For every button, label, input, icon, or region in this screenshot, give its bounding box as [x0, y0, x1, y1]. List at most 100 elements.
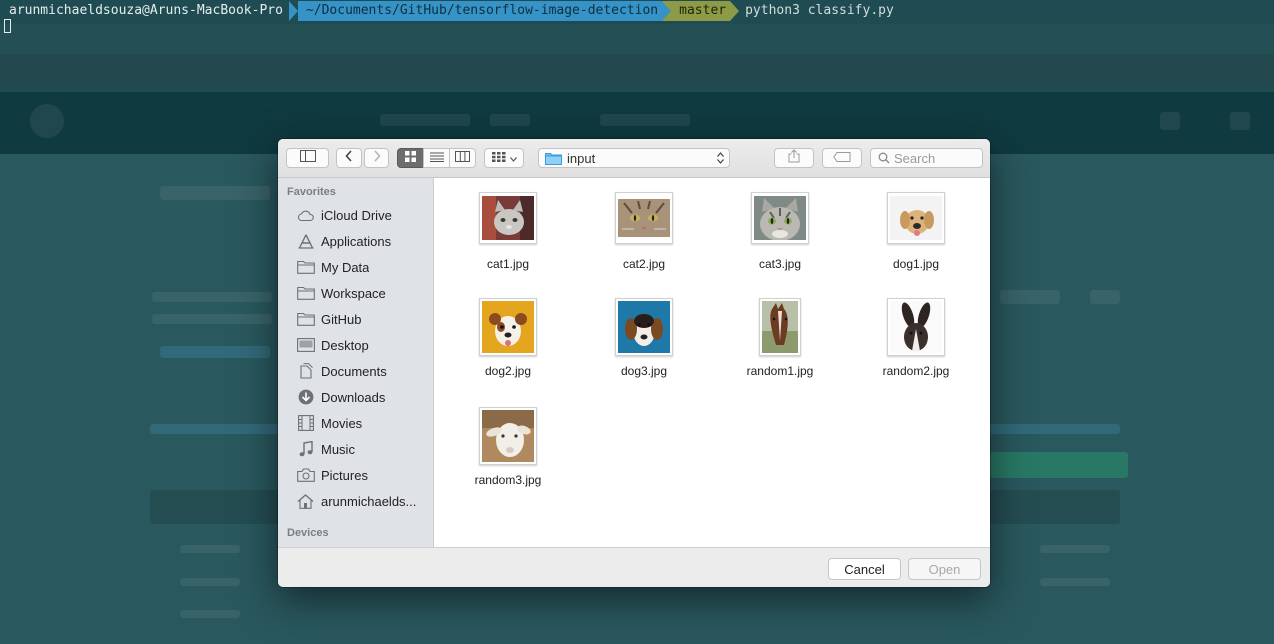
- background-blur: [1000, 290, 1060, 304]
- arrange-menu-button[interactable]: [484, 148, 524, 168]
- file-thumbnail: [615, 192, 673, 244]
- icon-view-button[interactable]: [397, 148, 424, 168]
- prompt-path: ~/Documents/GitHub/tensorflow-image-dete…: [297, 1, 663, 21]
- file-name: cat3.jpg: [758, 257, 802, 271]
- sidebar-item-pictures[interactable]: Pictures: [278, 462, 433, 488]
- sidebar-item-my-data[interactable]: My Data: [278, 254, 433, 280]
- file-thumbnail: [615, 298, 673, 356]
- background-blur: [150, 424, 278, 434]
- arrange-grid-icon: [491, 149, 506, 167]
- dog-thumbnail-icon: [482, 301, 534, 353]
- file-item-cat1[interactable]: cat1.jpg: [448, 192, 568, 288]
- file-name: random2.jpg: [882, 364, 950, 378]
- sidebar-item-label: Documents: [321, 363, 387, 379]
- sidebar-item-music[interactable]: Music: [278, 436, 433, 462]
- background-blur: [1230, 112, 1250, 130]
- background-blur: [152, 292, 272, 302]
- background-blur: [1040, 545, 1110, 553]
- file-thumbnail: [479, 407, 537, 465]
- sidebar-item-label: Movies: [321, 415, 363, 431]
- cloud-icon: [296, 207, 315, 223]
- file-item-dog3[interactable]: dog3.jpg: [584, 298, 704, 394]
- background-blur: [180, 545, 240, 553]
- sidebar-item-movies[interactable]: Movies: [278, 410, 433, 436]
- prompt-separator-icon: [730, 1, 740, 21]
- folder-icon: [296, 311, 315, 327]
- background-blur: [990, 490, 1120, 524]
- file-name: dog2.jpg: [484, 364, 532, 378]
- sidebar-item-workspace[interactable]: Workspace: [278, 280, 433, 306]
- documents-icon: [296, 363, 315, 379]
- music-icon: [296, 441, 315, 457]
- file-thumbnail: [479, 298, 537, 356]
- dialog-toolbar: input: [278, 139, 990, 178]
- sidebar-item-icloud-drive[interactable]: iCloud Drive: [278, 202, 433, 228]
- background-blur: [160, 186, 270, 200]
- file-name: dog1.jpg: [892, 257, 940, 271]
- cat-thumbnail-icon: [618, 199, 670, 237]
- file-item-cat2[interactable]: cat2.jpg: [584, 192, 704, 288]
- file-browser: cat1.jpg cat2.jpg cat3.jpg dog1.jpg dog2…: [434, 178, 990, 547]
- file-item-random3[interactable]: random3.jpg: [448, 407, 568, 503]
- prompt-separator-icon: [288, 1, 298, 21]
- sidebar-item-label: GitHub: [321, 311, 362, 327]
- file-item-random1[interactable]: random1.jpg: [720, 298, 840, 394]
- rabbit-thumbnail-icon: [890, 301, 942, 353]
- horse-thumbnail-icon: [762, 301, 798, 353]
- folder-icon: [545, 152, 562, 165]
- background-blur: [380, 114, 470, 126]
- file-thumbnail: [887, 192, 945, 244]
- location-popup[interactable]: input: [538, 148, 730, 168]
- sidebar-item-downloads[interactable]: Downloads: [278, 384, 433, 410]
- open-button[interactable]: Open: [908, 558, 981, 580]
- background-blur: [1040, 578, 1110, 586]
- share-icon: [788, 148, 800, 168]
- background-blur: [160, 346, 270, 358]
- file-thumbnail: [759, 298, 801, 356]
- share-button[interactable]: [774, 148, 814, 168]
- sidebar-item-applications[interactable]: Applications: [278, 228, 433, 254]
- file-name: dog3.jpg: [620, 364, 668, 378]
- sidebar-item-label: Downloads: [321, 389, 386, 405]
- file-item-dog2[interactable]: dog2.jpg: [448, 298, 568, 394]
- sidebar-toggle-button[interactable]: [286, 148, 329, 168]
- location-label: input: [567, 150, 596, 166]
- sidebar-item-label: iCloud Drive: [321, 207, 392, 223]
- file-item-dog1[interactable]: dog1.jpg: [856, 192, 976, 288]
- sidebar: Favorites iCloud Drive Applications My Dat…: [278, 178, 434, 547]
- grid-icon: [405, 149, 416, 167]
- cancel-button[interactable]: Cancel: [828, 558, 901, 580]
- file-name: cat1.jpg: [486, 257, 530, 271]
- column-view-button[interactable]: [449, 148, 476, 168]
- forward-button[interactable]: [364, 148, 389, 168]
- sidebar-item-github[interactable]: GitHub: [278, 306, 433, 332]
- search-input[interactable]: [890, 150, 974, 166]
- background-blur: [152, 314, 272, 324]
- background-band: [0, 24, 1274, 54]
- folder-icon: [296, 285, 315, 301]
- sidebar-item-desktop[interactable]: Desktop: [278, 332, 433, 358]
- tags-button[interactable]: [822, 148, 862, 168]
- back-button[interactable]: [336, 148, 362, 168]
- list-view-button[interactable]: [423, 148, 450, 168]
- up-down-chevron-icon: [717, 152, 724, 164]
- background-blur: [600, 114, 690, 126]
- sidebar-item-documents[interactable]: Documents: [278, 358, 433, 384]
- prompt-separator-icon: [662, 1, 672, 21]
- file-name: random3.jpg: [474, 473, 542, 487]
- search-icon: [878, 152, 890, 164]
- chevron-left-icon: [345, 149, 353, 167]
- sidebar-item-arunmichaelds[interactable]: arunmichaelds...: [278, 488, 433, 514]
- list-icon: [429, 149, 444, 167]
- sidebar-toggle-icon: [299, 149, 316, 167]
- search-field[interactable]: [870, 148, 983, 168]
- background-blur: [180, 578, 240, 586]
- background-blur: [150, 490, 280, 524]
- file-item-random2[interactable]: random2.jpg: [856, 298, 976, 394]
- prompt-command: python3 classify.py: [745, 3, 894, 18]
- folder-icon: [296, 259, 315, 275]
- background-blur: [990, 452, 1128, 478]
- terminal-cursor: [4, 19, 11, 33]
- file-item-cat3[interactable]: cat3.jpg: [720, 192, 840, 288]
- dialog-footer: Cancel Open: [278, 547, 990, 587]
